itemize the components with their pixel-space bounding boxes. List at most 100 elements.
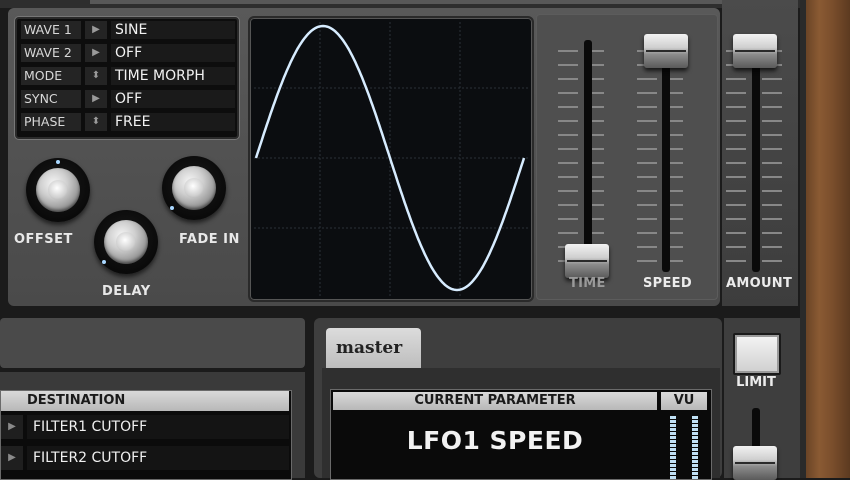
param-value[interactable]: OFF	[111, 44, 235, 62]
slider-tick	[726, 204, 746, 206]
delay-label: DELAY	[102, 284, 151, 299]
vu-meter-right	[692, 416, 698, 479]
slider-tick	[726, 134, 746, 136]
slider-tick	[726, 120, 746, 122]
slider-tick	[637, 190, 657, 192]
slider-tick	[637, 218, 657, 220]
top-frame-strip	[90, 0, 790, 4]
knob-cap	[116, 232, 136, 252]
destination-list: DESTINATION ▶ FILTER1 CUTOFF ▶ FILTER2 C…	[0, 390, 292, 480]
param-value[interactable]: TIME MORPH	[111, 67, 235, 85]
lfo-parameter-box: WAVE 1 ▶ SINE WAVE 2 ▶ OFF MODE ⬍ TIME M…	[14, 16, 240, 140]
fade-in-knob[interactable]	[162, 156, 226, 220]
master-tab[interactable]: master	[326, 328, 421, 368]
destination-row[interactable]: ▶ FILTER2 CUTOFF	[1, 444, 289, 472]
offset-label: OFFSET	[14, 232, 73, 247]
slider-tick	[637, 246, 657, 248]
arrow-right-icon[interactable]: ▶	[1, 446, 23, 470]
param-value[interactable]: OFF	[111, 90, 235, 108]
slider-tick	[762, 120, 782, 122]
param-name: MODE	[21, 67, 81, 85]
knob-indicator-dot	[170, 206, 174, 210]
speed-slider-track[interactable]	[662, 40, 670, 272]
slider-tick	[726, 232, 746, 234]
amount-slider-track[interactable]	[752, 40, 760, 272]
slider-tick	[726, 148, 746, 150]
slider-tick	[726, 78, 746, 80]
arrow-right-icon[interactable]: ▶	[1, 415, 23, 439]
slider-tick	[762, 260, 782, 262]
arrow-right-icon[interactable]: ▶	[85, 21, 107, 39]
slider-tick	[762, 190, 782, 192]
slider-tick	[762, 78, 782, 80]
slider-tick	[726, 260, 746, 262]
slider-tick	[558, 78, 578, 80]
slider-tick	[637, 204, 657, 206]
destination-header: DESTINATION	[1, 391, 289, 411]
delay-knob[interactable]	[94, 210, 158, 274]
slider-tick	[637, 134, 657, 136]
knob-cap	[184, 178, 204, 198]
master-volume-thumb[interactable]	[733, 446, 777, 480]
slider-tick	[637, 176, 657, 178]
arrow-right-icon[interactable]: ▶	[85, 90, 107, 108]
limit-button[interactable]	[733, 333, 781, 375]
offset-knob[interactable]	[26, 158, 90, 222]
bottom-left-header-bar	[0, 318, 305, 368]
destination-value[interactable]: FILTER2 CUTOFF	[27, 446, 289, 470]
current-parameter-display: CURRENT PARAMETER VU LFO1 SPEED	[330, 389, 712, 480]
speed-slider-label: SPEED	[643, 276, 692, 291]
arrow-right-icon[interactable]: ▶	[85, 44, 107, 62]
time-slider-label: TIME	[569, 276, 606, 291]
vu-header: VU	[661, 392, 707, 410]
slider-tick	[762, 162, 782, 164]
time-slider-thumb[interactable]	[565, 244, 609, 278]
slider-tick	[637, 232, 657, 234]
slider-tick	[637, 260, 657, 262]
param-name: WAVE 2	[21, 44, 81, 62]
knob-face	[36, 168, 80, 212]
wood-side-panel	[806, 0, 850, 478]
knob-indicator-dot	[56, 160, 60, 164]
knob-indicator-dot	[102, 260, 106, 264]
vu-meter-left	[670, 416, 676, 479]
slider-tick	[762, 204, 782, 206]
amount-slider-thumb[interactable]	[733, 34, 777, 68]
slider-tick	[762, 148, 782, 150]
slider-tick	[558, 162, 578, 164]
current-parameter-header: CURRENT PARAMETER	[333, 392, 657, 410]
slider-tick	[637, 106, 657, 108]
param-row-phase[interactable]: PHASE ⬍ FREE	[21, 111, 235, 132]
slider-tick	[558, 106, 578, 108]
slider-tick	[762, 92, 782, 94]
param-row-sync[interactable]: SYNC ▶ OFF	[21, 88, 235, 109]
slider-tick	[762, 134, 782, 136]
slider-tick	[762, 106, 782, 108]
param-row-mode[interactable]: MODE ⬍ TIME MORPH	[21, 65, 235, 86]
time-slider-track[interactable]	[584, 40, 592, 272]
destination-row[interactable]: ▶ FILTER1 CUTOFF	[1, 413, 289, 441]
slider-tick	[726, 92, 746, 94]
arrow-updown-icon[interactable]: ⬍	[85, 113, 107, 131]
slider-tick	[637, 120, 657, 122]
slider-tick	[637, 92, 657, 94]
speed-slider-thumb[interactable]	[644, 34, 688, 68]
param-row-wave1[interactable]: WAVE 1 ▶ SINE	[21, 19, 235, 40]
time-speed-slider-panel	[536, 14, 718, 300]
param-value[interactable]: SINE	[111, 21, 235, 39]
slider-tick	[558, 204, 578, 206]
waveform-graph	[254, 22, 528, 296]
destination-value[interactable]: FILTER1 CUTOFF	[27, 415, 289, 439]
slider-tick	[726, 218, 746, 220]
knob-face	[172, 166, 216, 210]
arrow-updown-icon[interactable]: ⬍	[85, 67, 107, 85]
param-row-wave2[interactable]: WAVE 2 ▶ OFF	[21, 42, 235, 63]
param-name: SYNC	[21, 90, 81, 108]
param-value[interactable]: FREE	[111, 113, 235, 131]
slider-tick	[762, 246, 782, 248]
slider-tick	[558, 120, 578, 122]
slider-tick	[637, 148, 657, 150]
slider-tick	[558, 176, 578, 178]
current-parameter-value: LFO1 SPEED	[406, 426, 584, 455]
slider-tick	[637, 78, 657, 80]
